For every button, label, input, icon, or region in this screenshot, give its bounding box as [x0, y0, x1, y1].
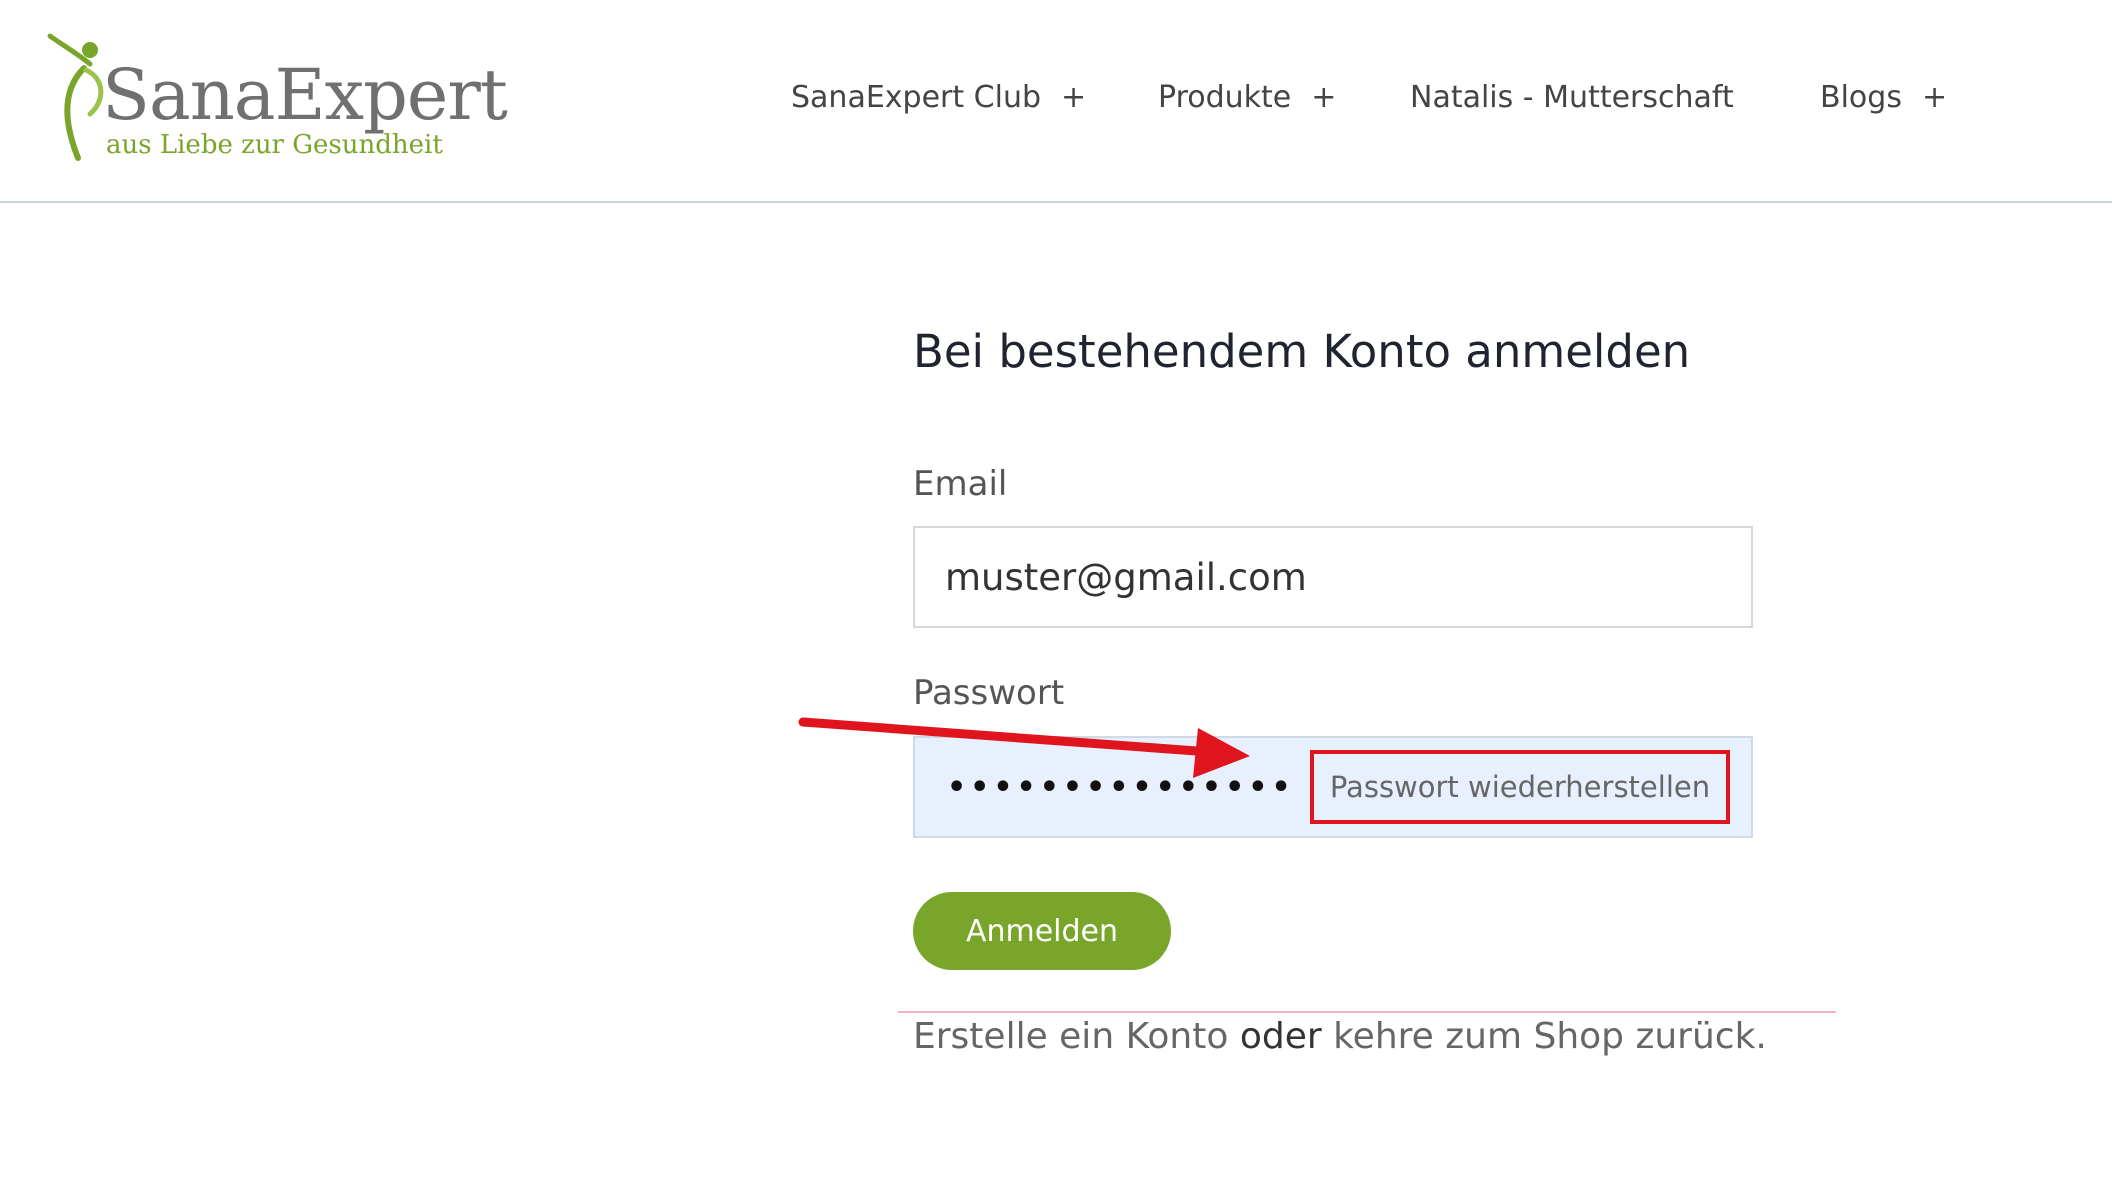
email-label: Email [913, 464, 1008, 504]
logo-name: SanaExpert [102, 54, 508, 136]
logo-tagline: aus Liebe zur Gesundheit [106, 130, 443, 160]
sanaexpert-logo[interactable]: SanaExpert aus Liebe zur Gesundheit [44, 28, 508, 168]
nav-item-label: SanaExpert Club [791, 80, 1042, 115]
plus-icon[interactable]: + [1311, 80, 1336, 115]
site-header: SanaExpert aus Liebe zur Gesundheit Sana… [0, 0, 2112, 203]
nav-item-sanaexpert-club[interactable]: SanaExpert Club + [791, 76, 1086, 120]
nav-item-label: Produkte [1158, 80, 1292, 115]
nav-item-produkte[interactable]: Produkte + [1158, 76, 1336, 120]
nav-item-natalis[interactable]: Natalis - Mutterschaft [1410, 76, 1734, 120]
footer-links: Erstelle ein Konto oder kehre zum Shop z… [913, 1012, 1767, 1062]
password-masked-value: ••••••••••••••• [947, 769, 1295, 805]
page-title: Bei bestehendem Konto anmelden [913, 325, 1691, 378]
nav-item-label: Blogs [1820, 80, 1902, 115]
plus-icon[interactable]: + [1922, 80, 1947, 115]
create-account-link[interactable]: Erstelle ein Konto [913, 1016, 1228, 1057]
email-field[interactable]: muster@gmail.com [913, 526, 1753, 628]
password-label: Passwort [913, 673, 1065, 713]
or-text: oder [1239, 1016, 1322, 1057]
recover-password-link[interactable]: Passwort wiederherstellen [1310, 750, 1730, 824]
return-to-shop-link[interactable]: kehre zum Shop zurück. [1333, 1016, 1767, 1057]
login-page: SanaExpert aus Liebe zur Gesundheit Sana… [0, 0, 2112, 1186]
plus-icon[interactable]: + [1061, 80, 1086, 115]
login-button[interactable]: Anmelden [913, 892, 1171, 970]
nav-item-label: Natalis - Mutterschaft [1410, 80, 1734, 115]
nav-item-blogs[interactable]: Blogs + [1820, 76, 1947, 120]
email-value: muster@gmail.com [945, 555, 1307, 599]
